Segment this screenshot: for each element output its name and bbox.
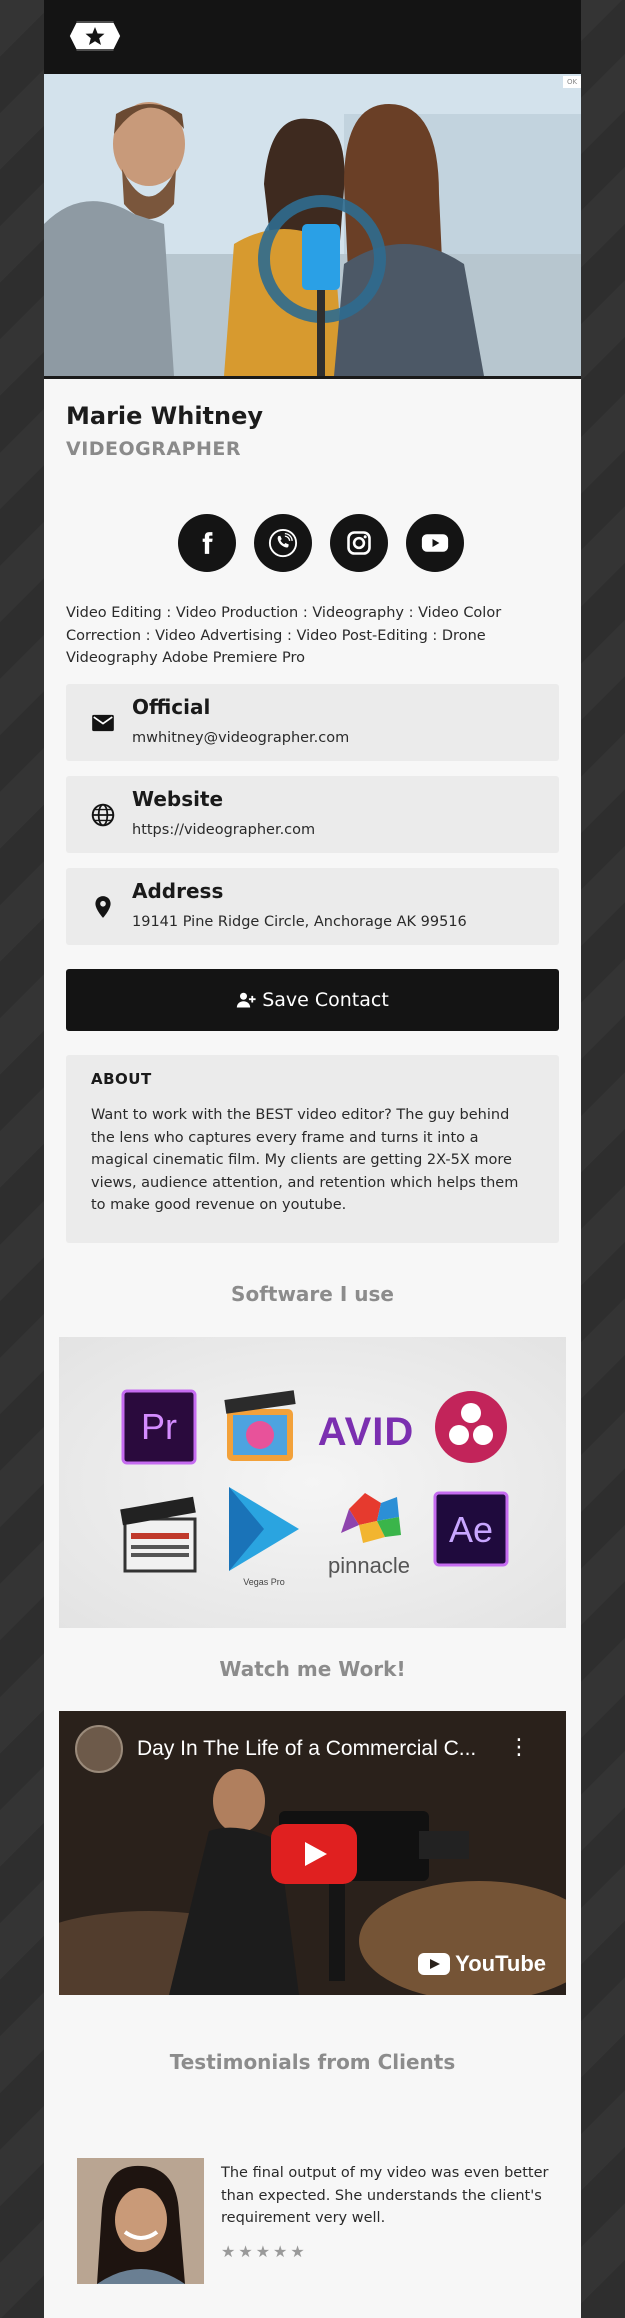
youtube-button[interactable] (406, 514, 464, 572)
watch-section-title: Watch me Work! (219, 1657, 406, 1681)
contact-website-value[interactable]: https://videographer.com (132, 822, 315, 838)
globe-icon (91, 803, 115, 827)
mail-icon (92, 714, 114, 732)
about-text: Want to work with the BEST video editor?… (91, 1107, 519, 1213)
hero-photo: OK (44, 74, 581, 379)
profile-card: OK Marie Whitney VIDEOGRAPHER Video Edit… (44, 0, 581, 2318)
after-effects-logo: Ae (433, 1491, 509, 1567)
youtube-watermark-label: YouTube (455, 1951, 546, 1976)
pinnacle-label: pinnacle (328, 1553, 410, 1578)
after-effects-label: Ae (449, 1509, 493, 1550)
contact-address-label: Address (132, 879, 224, 903)
testimonial-text: The final output of my video was even be… (221, 2165, 549, 2226)
vegas-pro-label: Vegas Pro (243, 1577, 285, 1587)
davinci-resolve-logo (435, 1391, 507, 1463)
video-play-button[interactable] (271, 1824, 357, 1884)
top-bar (44, 0, 581, 74)
instagram-button[interactable] (330, 514, 388, 572)
testimonial-rating: ★★★★★ (221, 2242, 308, 2261)
more-options-icon[interactable]: ⋮ (508, 1735, 530, 1760)
youtube-logo-icon (418, 1953, 451, 1975)
contact-website[interactable]: Website https://videographer.com (66, 776, 559, 853)
contact-official[interactable]: Official mwhitney@videographer.com (66, 684, 559, 761)
contact-address[interactable]: Address 19141 Pine Ridge Circle, Anchora… (66, 868, 559, 945)
vegas-pro-logo: Vegas Pro (229, 1487, 299, 1587)
location-pin-icon (95, 896, 111, 918)
phone-icon (268, 528, 298, 558)
channel-avatar[interactable] (75, 1725, 123, 1773)
profile-role: VIDEOGRAPHER (66, 438, 242, 460)
avid-logo: AVID (318, 1410, 415, 1454)
contact-official-value[interactable]: mwhitney@videographer.com (132, 730, 349, 746)
youtube-watermark[interactable]: YouTube (418, 1951, 546, 1977)
pinnacle-logo: pinnacle (328, 1493, 410, 1578)
premiere-pro-label: Pr (141, 1406, 177, 1447)
software-logos-image: Pr AVID Vegas Pro pinnacle Ae (59, 1337, 566, 1628)
facebook-icon (202, 532, 213, 554)
phone-button[interactable] (254, 514, 312, 572)
profile-name: Marie Whitney (66, 402, 264, 430)
clapperboard-logo (120, 1496, 197, 1573)
save-contact-button[interactable]: Save Contact (66, 969, 559, 1031)
video-title[interactable]: Day In The Life of a Commercial C... (137, 1737, 497, 1761)
avid-label: AVID (318, 1410, 415, 1454)
add-user-icon (237, 992, 256, 1008)
youtube-icon (421, 534, 449, 552)
testimonials-section-title: Testimonials from Clients (169, 2050, 456, 2074)
contact-website-label: Website (132, 787, 224, 811)
instagram-icon (347, 531, 371, 555)
facebook-button[interactable] (178, 514, 236, 572)
about-section: ABOUT Want to work with the BEST video e… (66, 1055, 559, 1243)
skills-list: Video Editing : Video Production : Video… (66, 605, 502, 666)
play-icon (305, 1842, 327, 1866)
about-title: ABOUT (91, 1070, 152, 1088)
star-badge-logo[interactable] (66, 16, 124, 56)
premiere-pro-logo: Pr (121, 1389, 197, 1465)
video-embed[interactable]: Day In The Life of a Commercial C... ⋮ Y… (59, 1711, 566, 1995)
contact-address-value[interactable]: 19141 Pine Ridge Circle, Anchorage AK 99… (132, 914, 467, 930)
software-section-title: Software I use (231, 1282, 394, 1306)
social-links (178, 514, 464, 572)
save-contact-label: Save Contact (262, 989, 389, 1011)
hero-corner-tag: OK (563, 76, 581, 88)
testimonial-avatar (77, 2158, 204, 2284)
final-cut-pro-logo (224, 1390, 296, 1461)
contact-official-label: Official (132, 695, 211, 719)
